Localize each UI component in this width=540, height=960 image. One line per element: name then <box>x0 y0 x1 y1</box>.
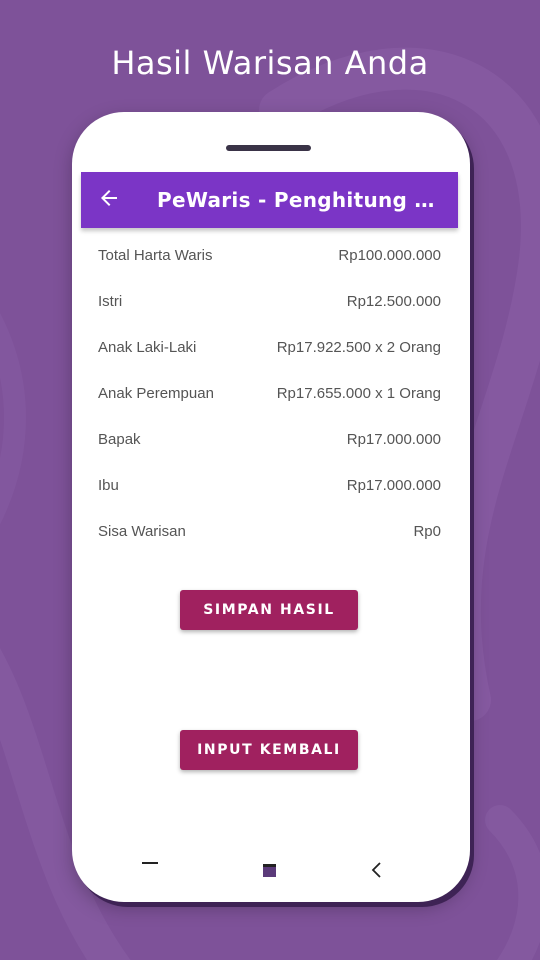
result-row-total-harta: Total Harta Waris Rp100.000.000 <box>98 238 441 284</box>
result-value: Rp100.000.000 <box>338 247 441 264</box>
result-label: Total Harta Waris <box>98 247 213 264</box>
result-label: Sisa Warisan <box>98 523 186 540</box>
result-value: Rp17.655.000 x 1 Orang <box>276 385 441 402</box>
result-row-ibu: Ibu Rp17.000.000 <box>98 468 441 514</box>
system-nav-bar <box>72 847 470 887</box>
results-list: Total Harta Waris Rp100.000.000 Istri Rp… <box>98 238 441 560</box>
result-row-sisa-warisan: Sisa Warisan Rp0 <box>98 514 441 560</box>
home-icon[interactable] <box>263 864 276 877</box>
arrow-left-icon[interactable] <box>97 186 121 210</box>
app-bar: PeWaris - Penghitung Warisan <box>81 172 458 228</box>
phone-frame: PeWaris - Penghitung Warisan Total Harta… <box>72 112 470 902</box>
result-row-anak-perempuan: Anak Perempuan Rp17.655.000 x 1 Orang <box>98 376 441 422</box>
save-result-button[interactable]: SIMPAN HASIL <box>180 590 358 630</box>
result-value: Rp17.000.000 <box>346 431 441 448</box>
result-label: Anak Laki-Laki <box>98 339 197 356</box>
input-again-button[interactable]: INPUT KEMBALI <box>180 730 358 770</box>
nav-back-icon[interactable] <box>370 861 384 879</box>
result-label: Bapak <box>98 431 141 448</box>
phone-speaker <box>226 145 311 151</box>
recent-apps-icon[interactable] <box>142 862 158 864</box>
result-value: Rp12.500.000 <box>346 293 441 310</box>
result-row-bapak: Bapak Rp17.000.000 <box>98 422 441 468</box>
result-row-istri: Istri Rp12.500.000 <box>98 284 441 330</box>
result-label: Ibu <box>98 477 119 494</box>
result-row-anak-laki-laki: Anak Laki-Laki Rp17.922.500 x 2 Orang <box>98 330 441 376</box>
result-value: Rp17.000.000 <box>346 477 441 494</box>
app-title: PeWaris - Penghitung Warisan <box>157 188 437 212</box>
result-value: Rp17.922.500 x 2 Orang <box>276 339 441 356</box>
promo-title: Hasil Warisan Anda <box>111 44 429 82</box>
result-value: Rp0 <box>413 523 441 540</box>
result-label: Istri <box>98 293 123 310</box>
result-label: Anak Perempuan <box>98 385 214 402</box>
